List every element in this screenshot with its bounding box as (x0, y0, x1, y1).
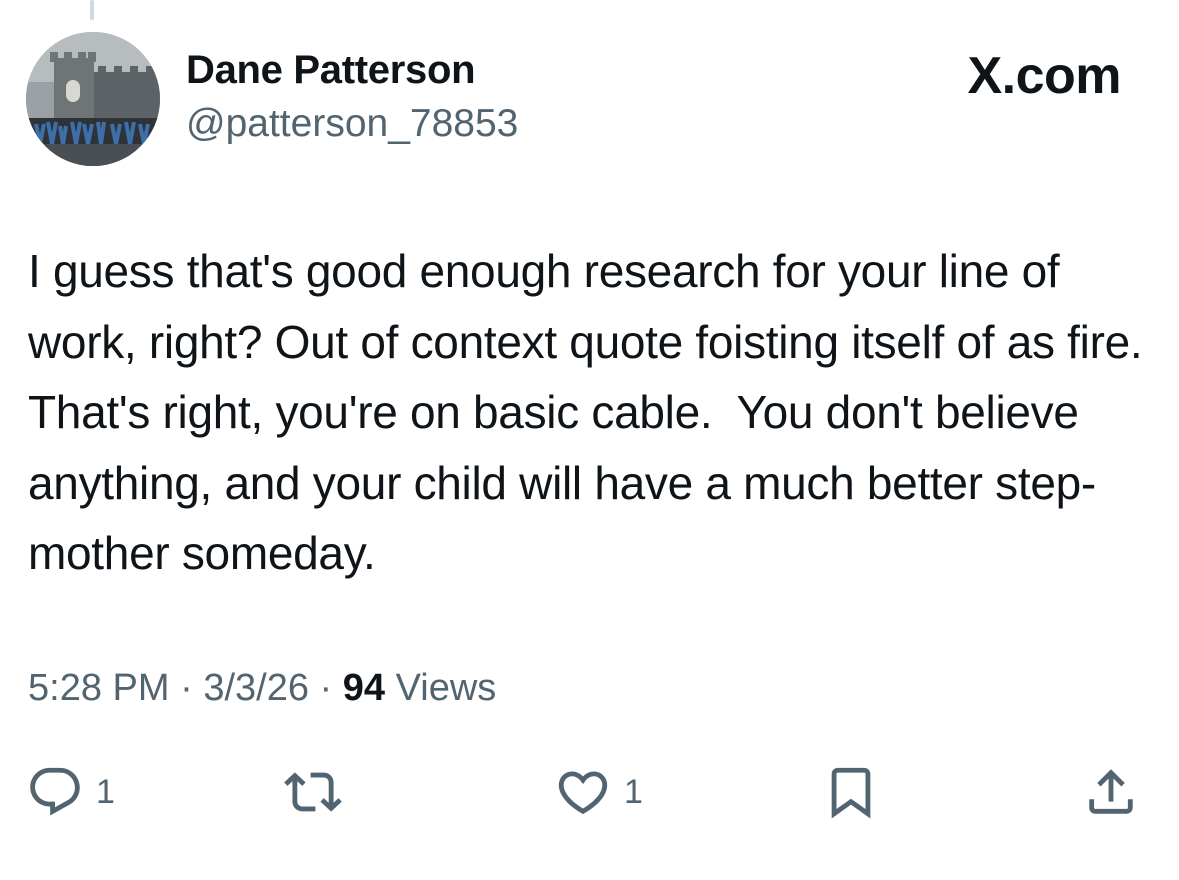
views-count: 94 (342, 667, 386, 709)
views-label: Views (385, 667, 497, 709)
thread-connector-line (90, 0, 94, 20)
repost-button[interactable] (284, 760, 354, 824)
meta-separator: · (308, 667, 343, 709)
author-display-name[interactable]: Dane Patterson (186, 48, 476, 93)
tweet-date[interactable]: 3/3/26 (203, 667, 309, 709)
share-button[interactable] (1082, 760, 1140, 824)
brand-label: X.com (967, 47, 1121, 105)
like-button[interactable]: 1 (554, 760, 643, 824)
avatar-image (26, 32, 160, 166)
action-bar: 1 1 (0, 760, 1179, 824)
bookmark-icon (831, 767, 871, 819)
bookmark-button[interactable] (822, 760, 880, 824)
tweet-time[interactable]: 5:28 PM (28, 667, 170, 709)
avatar[interactable] (26, 32, 160, 166)
author-handle[interactable]: @patterson_78853 (186, 102, 518, 146)
tweet-meta: 5:28 PM · 3/3/26 · 94 Views (28, 667, 496, 710)
like-count: 1 (624, 772, 643, 811)
repost-icon (284, 772, 342, 812)
share-icon (1089, 769, 1133, 814)
tweet-text: I guess that's good enough research for … (28, 245, 1155, 579)
reply-count: 1 (96, 772, 115, 811)
meta-separator: · (169, 667, 204, 709)
reply-button[interactable]: 1 (26, 760, 115, 824)
heart-icon (558, 771, 608, 815)
reply-icon (30, 767, 80, 816)
